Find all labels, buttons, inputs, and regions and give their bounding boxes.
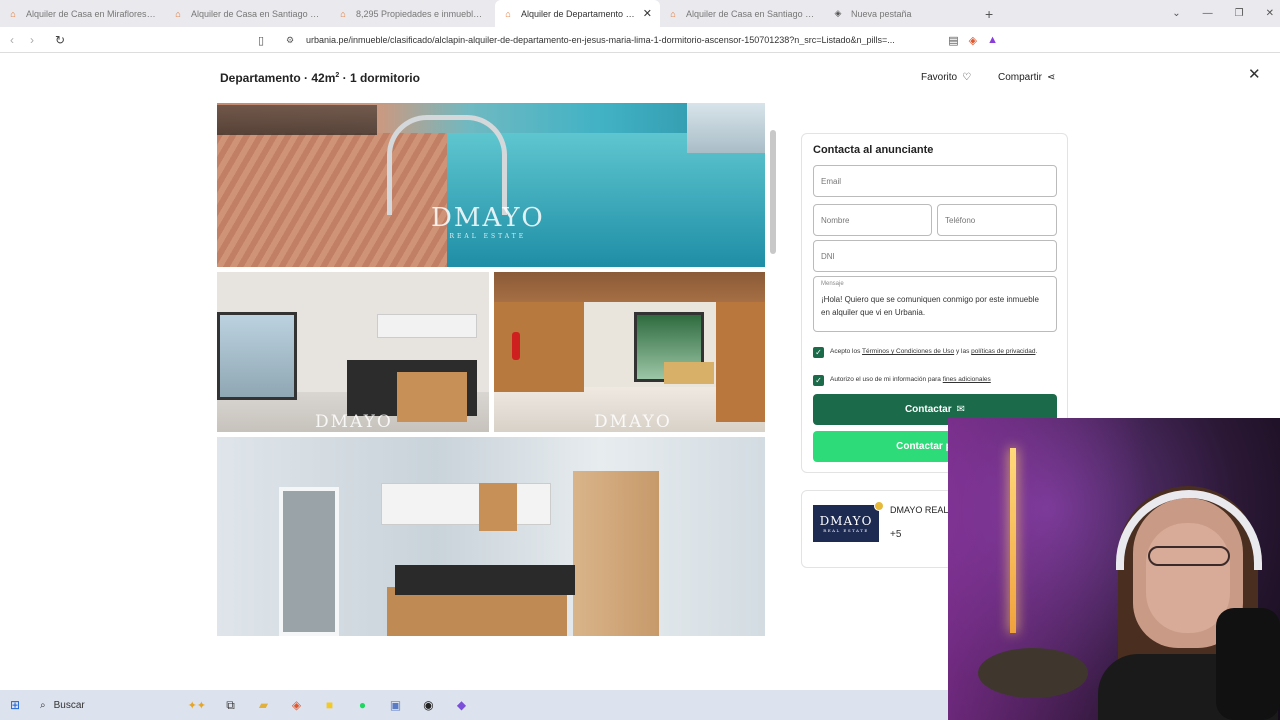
favorite-button[interactable]: Favorito ♡ — [921, 72, 971, 83]
share-button[interactable]: Compartir ⋖ — [998, 72, 1055, 83]
browser-tab-active[interactable]: ⌂Alquiler de Departamento en Jes✕ — [495, 0, 660, 27]
minimize-icon[interactable]: — — [1203, 8, 1213, 19]
urbania-icon: ⌂ — [175, 8, 181, 19]
brave-shield-icon: ◈ — [834, 8, 842, 18]
windows-taskbar: ⊞ ⌕ Buscar ✦✦ ⧉ ▰ ◈ ■ ● ▣ ◉ ◆ — [0, 690, 948, 720]
privacy-link[interactable]: políticas de privacidad — [971, 348, 1035, 355]
spotify-icon[interactable]: ● — [346, 698, 379, 712]
photo-watermark: DMAYO — [594, 412, 672, 432]
urbania-icon: ⌂ — [340, 8, 346, 19]
chevron-down-icon[interactable]: ⌄ — [1172, 8, 1180, 19]
forward-icon[interactable]: › — [22, 33, 42, 47]
new-tab-icon[interactable]: + — [975, 6, 1003, 22]
photo-watermark: DMAYO — [315, 412, 393, 432]
urbania-icon: ⌂ — [10, 8, 16, 19]
name-field[interactable]: Nombre — [813, 204, 932, 236]
photo-watermark: DMAYO REAL ESTATE — [431, 203, 545, 240]
listing-photo-lobby[interactable]: DMAYO — [494, 272, 765, 432]
urbania-icon: ⌂ — [505, 8, 511, 19]
url-text[interactable]: urbania.pe/inmueble/clasificado/alclapin… — [306, 35, 938, 45]
browser-tab[interactable]: ⌂8,295 Propiedades e inmuebles en al — [330, 0, 495, 27]
page-title: Departamento · 42m2 · 1 dormitorio — [220, 71, 420, 85]
authorize-checkbox-row: ✓ Autorizo el uso de mi información para… — [813, 375, 1049, 386]
close-icon[interactable]: ✕ — [1248, 65, 1261, 83]
search-icon: ⌕ — [40, 699, 46, 711]
window-controls: ⌄ — ❐ ✕ — [1172, 0, 1274, 27]
browser-tab-bar: ⌂Alquiler de Casa en Miraflores - Lima ⌂… — [0, 0, 1280, 27]
taskbar-search[interactable]: ⌕ Buscar ✦✦ — [34, 693, 214, 717]
app-icon[interactable]: ▣ — [379, 698, 412, 712]
share-icon: ⋖ — [1046, 72, 1056, 83]
authorize-checkbox[interactable]: ✓ — [813, 375, 824, 386]
brave-rewards-icon[interactable]: ▲ — [987, 34, 998, 46]
message-field[interactable]: Mensaje ¡Hola! Quiero que se comuniquen … — [813, 276, 1057, 332]
phone-field[interactable]: Teléfono — [937, 204, 1057, 236]
listing-photo-pool[interactable]: DMAYO REAL ESTATE — [217, 103, 765, 267]
browser-tab[interactable]: ⌂Alquiler de Casa en Santiago de Surco — [165, 0, 330, 27]
terms-link[interactable]: Términos y Condiciones de Uso — [862, 348, 954, 355]
task-view-icon[interactable]: ⧉ — [214, 698, 247, 713]
heart-icon: ♡ — [962, 72, 972, 83]
gallery-scrollbar[interactable] — [770, 130, 776, 254]
brave-shield-icon[interactable]: ◈ — [969, 34, 977, 47]
browser-toolbar: ‹ › ↻ ▯ ⚙ urbania.pe/inmueble/clasificad… — [0, 27, 1280, 74]
windows-start-icon[interactable]: ⊞ — [0, 698, 30, 712]
bookmark-icon[interactable]: ▯ — [258, 34, 270, 47]
copilot-icon: ✦✦ — [187, 699, 206, 712]
browser-tab[interactable]: ⌂Alquiler de Casa en Miraflores - Lima — [0, 0, 165, 27]
address-bar[interactable]: ▯ ⚙ urbania.pe/inmueble/clasificado/alcl… — [258, 30, 998, 50]
agency-name: DMAYO REAL — [890, 505, 949, 515]
obs-icon[interactable]: ◉ — [412, 698, 445, 712]
listing-photo-kitchen[interactable] — [217, 437, 765, 636]
close-window-icon[interactable]: ✕ — [1266, 8, 1274, 19]
browser-tab[interactable]: ◈ Nueva pestaña — [825, 0, 975, 27]
webcam-overlay — [948, 418, 1280, 720]
back-icon[interactable]: ‹ — [2, 33, 22, 47]
reader-icon[interactable]: ▤ — [948, 34, 958, 47]
file-explorer-icon[interactable]: ▰ — [247, 698, 280, 712]
email-field[interactable]: Email — [813, 165, 1057, 197]
additional-purposes-link[interactable]: fines adicionales — [943, 376, 991, 383]
maximize-icon[interactable]: ❐ — [1235, 8, 1244, 19]
terms-checkbox-row: ✓ Acepto los Términos y Condiciones de U… — [813, 347, 1049, 358]
brave-browser-icon[interactable]: ◈ — [280, 698, 313, 712]
mail-icon: ✉ — [956, 404, 966, 415]
agency-listings-count: +5 — [890, 529, 902, 540]
browser-tab[interactable]: ⌂Alquiler de Casa en Santiago de Surco — [660, 0, 825, 27]
listing-photo-living[interactable]: DMAYO — [217, 272, 489, 432]
dni-field[interactable]: DNI — [813, 240, 1057, 272]
sticky-notes-icon[interactable]: ■ — [313, 698, 346, 712]
site-info-icon[interactable]: ⚙ — [286, 35, 298, 46]
reload-icon[interactable]: ↻ — [50, 33, 70, 47]
terms-checkbox[interactable]: ✓ — [813, 347, 824, 358]
close-tab-icon[interactable]: ✕ — [643, 7, 652, 20]
verified-badge-icon — [874, 501, 884, 511]
contact-heading: Contacta al anunciante — [813, 144, 934, 156]
agency-logo: DMAYO REAL ESTATE — [813, 505, 879, 542]
chat-app-icon[interactable]: ◆ — [445, 698, 478, 712]
urbania-icon: ⌂ — [670, 8, 676, 19]
